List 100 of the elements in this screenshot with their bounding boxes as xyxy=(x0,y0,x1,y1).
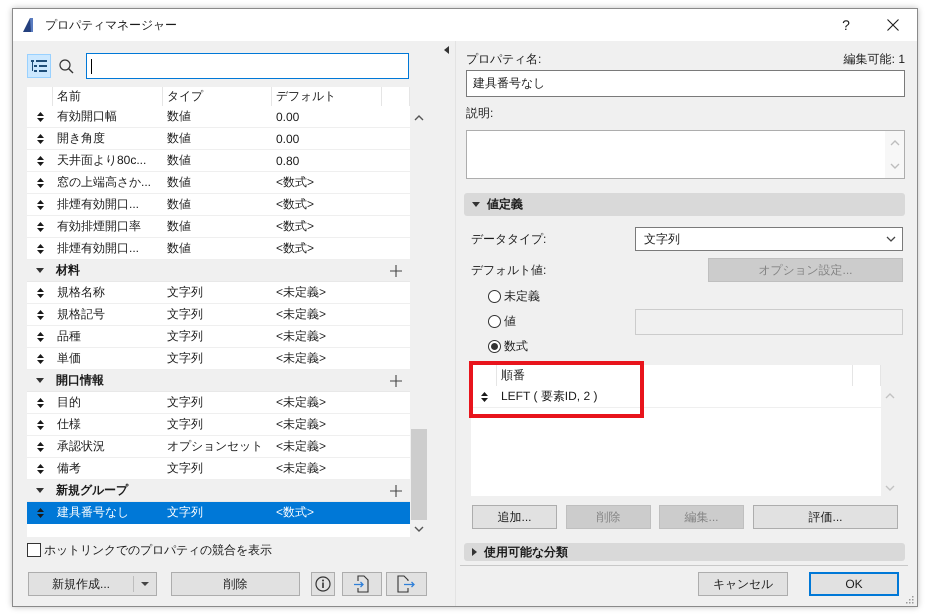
formula-button[interactable]: 評価... xyxy=(753,505,898,529)
plus-icon[interactable] xyxy=(390,484,402,496)
property-name: 備考 xyxy=(56,460,82,477)
updown-arrows-icon[interactable] xyxy=(36,244,44,254)
group-row[interactable]: 新規グループ xyxy=(27,480,410,502)
disclosure-triangle-icon[interactable] xyxy=(36,488,44,493)
property-type: 数値 xyxy=(166,130,192,147)
updown-arrows-icon[interactable] xyxy=(36,420,44,430)
property-type: 数値 xyxy=(166,240,192,257)
info-icon xyxy=(315,576,331,592)
property-type: 文字列 xyxy=(166,416,204,433)
dialog-button[interactable]: キャンセル xyxy=(698,572,788,596)
collapse-arrow-icon[interactable] xyxy=(444,46,448,54)
property-type: 文字列 xyxy=(166,350,204,367)
section-header[interactable]: 値定義 xyxy=(464,193,905,216)
property-default: <未定義> xyxy=(275,328,328,345)
logo-icon xyxy=(22,17,36,33)
updown-arrows-icon[interactable] xyxy=(36,178,44,188)
updown-arrows-icon[interactable] xyxy=(36,354,44,364)
list-view-button[interactable] xyxy=(27,54,51,78)
property-name: 承認状況 xyxy=(56,438,106,455)
import-icon xyxy=(353,575,371,593)
property-name: 有効排煙開口率 xyxy=(56,218,142,235)
updown-arrows-icon[interactable] xyxy=(36,464,44,474)
search-icon[interactable] xyxy=(59,58,74,74)
property-name: 品種 xyxy=(56,328,82,345)
property-default: 0.00 xyxy=(275,110,300,124)
property-name: 規格名称 xyxy=(56,284,106,301)
search-field[interactable] xyxy=(86,53,409,79)
checkbox-label: ホットリンクでのプロパティの競合を表示 xyxy=(44,542,272,558)
group-name: 新規グループ xyxy=(55,482,130,499)
radio-label: 値 xyxy=(504,313,516,330)
new-button[interactable]: 新規作成... xyxy=(28,572,157,596)
radio-label: 数式 xyxy=(504,338,528,355)
updown-arrows-icon[interactable] xyxy=(36,156,44,166)
scrollbar-thumb[interactable] xyxy=(410,429,426,520)
property-type: 文字列 xyxy=(166,460,204,477)
property-name: 建具番号なし xyxy=(56,504,130,521)
plus-icon[interactable] xyxy=(390,374,402,386)
property-default: 0.00 xyxy=(275,132,300,146)
property-type: オプションセット xyxy=(166,438,264,455)
radio-button[interactable] xyxy=(488,290,501,303)
property-default: <数式> xyxy=(275,240,316,257)
caret-icon[interactable] xyxy=(141,582,149,586)
group-row[interactable]: 開口情報 xyxy=(27,370,410,392)
hotlink-checkbox[interactable] xyxy=(27,543,41,557)
updown-arrows-icon[interactable] xyxy=(36,222,44,232)
property-row[interactable]: 建具番号なし 文字列 <数式> xyxy=(27,502,410,524)
window-title: プロパティマネージャー xyxy=(45,16,177,34)
updown-arrows-icon[interactable] xyxy=(36,310,44,320)
dialog-button[interactable]: OK xyxy=(809,572,899,596)
export-icon xyxy=(397,575,416,593)
disclosure-triangle-icon[interactable] xyxy=(472,548,477,556)
updown-arrows-icon[interactable] xyxy=(36,442,44,452)
close-icon xyxy=(887,19,899,31)
chevron-down-icon xyxy=(886,236,896,242)
updown-arrows-icon[interactable] xyxy=(36,200,44,210)
field-label: 説明: xyxy=(466,104,494,122)
section-header[interactable]: 使用可能な分類 xyxy=(464,543,905,561)
info-button[interactable] xyxy=(311,572,335,596)
updown-arrows-icon[interactable] xyxy=(36,398,44,408)
chevron-down-icon[interactable] xyxy=(414,526,424,532)
property-name: 天井面より80c... xyxy=(56,152,148,169)
property-default: <未定義> xyxy=(275,460,328,477)
plus-icon[interactable] xyxy=(390,264,402,276)
property-type: 数値 xyxy=(166,152,192,169)
property-name: 排煙有効開口... xyxy=(56,196,140,213)
import-button[interactable] xyxy=(342,572,382,596)
resize-grip-icon[interactable] xyxy=(905,595,914,604)
property-default: <数式> xyxy=(275,504,316,521)
updown-arrows-icon[interactable] xyxy=(36,332,44,342)
export-button[interactable] xyxy=(386,572,427,596)
property-default: 0.80 xyxy=(275,154,300,168)
radio-label: 未定義 xyxy=(504,288,540,305)
disclosure-triangle-icon[interactable] xyxy=(472,202,480,207)
data-type-dropdown[interactable]: 文字列 xyxy=(635,227,903,251)
formula-text: LEFT ( 要素ID, 2 ) xyxy=(500,388,598,405)
updown-arrows-icon[interactable] xyxy=(480,392,488,402)
group-name: 材料 xyxy=(54,262,81,279)
updown-arrows-icon[interactable] xyxy=(36,134,44,144)
help-button[interactable]: ? xyxy=(823,9,869,41)
formula-button[interactable]: 追加... xyxy=(472,505,557,529)
property-type: 文字列 xyxy=(166,284,204,301)
property-name-field[interactable]: 建具番号なし xyxy=(466,70,905,97)
group-row[interactable]: 材料 xyxy=(27,260,410,282)
disclosure-triangle-icon[interactable] xyxy=(36,378,44,383)
property-name: 規格記号 xyxy=(56,306,106,323)
list-icon xyxy=(31,60,47,72)
updown-arrows-icon[interactable] xyxy=(36,288,44,298)
chevron-up-icon[interactable] xyxy=(414,114,424,120)
edit-status: 編集可能: 1 xyxy=(844,50,905,68)
property-default: <未定義> xyxy=(275,438,328,455)
updown-arrows-icon[interactable] xyxy=(36,112,44,122)
property-type: 数値 xyxy=(166,196,192,213)
property-name: 目的 xyxy=(56,394,82,411)
disclosure-triangle-icon[interactable] xyxy=(36,268,44,273)
radio-button[interactable] xyxy=(488,340,501,353)
delete-button[interactable]: 削除 xyxy=(171,572,300,596)
field-label: デフォルト値: xyxy=(471,262,548,278)
radio-button[interactable] xyxy=(488,315,501,328)
